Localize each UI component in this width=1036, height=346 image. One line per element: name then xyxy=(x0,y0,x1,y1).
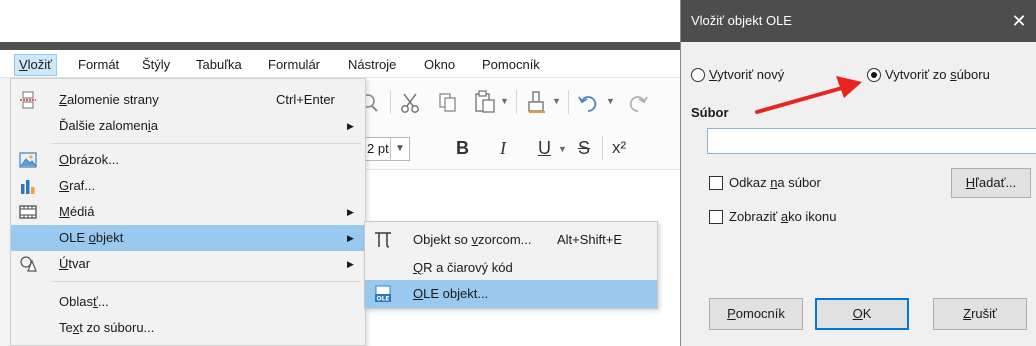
underline-button[interactable]: U xyxy=(538,138,551,159)
menu-item-section[interactable]: Oblasť... xyxy=(11,289,365,315)
standard-toolbar: ▼ ▼ ▼ xyxy=(360,80,680,126)
submenu-item-formula-object[interactable]: Objekt so vzorcom... Alt+Shift+E xyxy=(365,226,657,254)
menu-item-media[interactable]: Médiá ▶ xyxy=(11,199,365,225)
file-section-heading: Súbor xyxy=(691,105,729,120)
media-icon xyxy=(19,205,37,219)
menu-item-label: Graf... xyxy=(59,178,96,193)
menu-item-image[interactable]: Obrázok... xyxy=(11,147,365,173)
help-button[interactable]: Pomocník xyxy=(709,298,803,330)
close-icon[interactable]: ✕ xyxy=(1007,10,1031,32)
cancel-button[interactable]: Zrušiť xyxy=(933,298,1027,330)
link-to-file-label: Odkaz na súbor xyxy=(729,175,821,190)
paste-dropdown-icon[interactable]: ▼ xyxy=(500,96,509,106)
menu-item-label: Text zo súboru... xyxy=(59,320,155,335)
ole-object-submenu: Objekt so vzorcom... Alt+Shift+E QR a či… xyxy=(364,221,658,309)
menu-item-label: OLE objekt xyxy=(59,230,124,245)
window-titlebar xyxy=(0,42,680,50)
italic-button[interactable]: I xyxy=(500,138,506,159)
radio-create-new[interactable] xyxy=(691,68,705,82)
submenu-item-ole-object[interactable]: OLE OLE objekt... xyxy=(365,280,657,308)
toolbar-separator xyxy=(516,90,517,114)
strikethrough-button[interactable]: S xyxy=(578,138,590,159)
menu-help[interactable]: Pomocník xyxy=(478,55,544,75)
menu-form[interactable]: Formulár xyxy=(264,55,324,75)
svg-text:OLE: OLE xyxy=(376,296,389,303)
undo-icon[interactable] xyxy=(578,92,600,114)
menu-insert-rest: ložiť xyxy=(27,57,53,72)
page-break-icon xyxy=(20,91,36,109)
link-to-file-checkbox[interactable] xyxy=(709,176,723,190)
dialog-title: Vložiť objekt OLE xyxy=(691,13,792,28)
menu-separator xyxy=(51,281,361,282)
toolbar-separator xyxy=(602,136,603,160)
insert-ole-object-dialog: Vložiť objekt OLE ✕ Vytvoriť nový Vytvor… xyxy=(680,0,1036,346)
redo-icon[interactable] xyxy=(626,92,648,114)
copy-icon[interactable] xyxy=(438,92,458,114)
underline-dropdown-icon[interactable]: ▼ xyxy=(558,144,567,154)
submenu-item-label: Objekt so vzorcom... xyxy=(413,232,532,247)
ok-button[interactable]: OK xyxy=(815,298,909,330)
superscript-button[interactable]: x² xyxy=(612,138,626,158)
clone-formatting-icon[interactable] xyxy=(526,90,548,114)
radio-selected-dot xyxy=(871,72,877,78)
ole-object-icon: OLE xyxy=(375,285,391,303)
menu-item-ole-object[interactable]: OLE objekt ▶ xyxy=(11,225,365,251)
menu-format[interactable]: Formát xyxy=(74,55,123,75)
submenu-arrow-icon: ▶ xyxy=(347,259,354,269)
paste-icon[interactable] xyxy=(474,90,496,114)
insert-menu: Zalomenie strany Ctrl+Enter Ďalšie zalom… xyxy=(10,78,366,346)
chart-icon xyxy=(21,180,35,194)
submenu-arrow-icon: ▶ xyxy=(347,207,354,217)
radio-create-from-file[interactable] xyxy=(867,68,881,82)
menu-item-other-breaks[interactable]: Ďalšie zalomenia ▶ xyxy=(11,113,365,139)
menu-item-label: Ďalšie zalomenia xyxy=(59,118,158,133)
submenu-arrow-icon: ▶ xyxy=(347,121,354,131)
font-size-dropdown-icon[interactable]: ▼ xyxy=(390,138,409,160)
menu-item-label: Útvar xyxy=(59,256,91,271)
submenu-item-label: QR a čiarový kód xyxy=(413,260,513,275)
menu-table[interactable]: Tabuľka xyxy=(192,55,246,75)
menu-item-label: Zalomenie strany xyxy=(59,92,159,107)
toolbar-separator xyxy=(568,90,569,114)
menu-styles[interactable]: Štýly xyxy=(138,55,174,75)
image-icon xyxy=(19,152,37,168)
cut-icon[interactable] xyxy=(400,92,420,114)
menu-item-chart[interactable]: Graf... xyxy=(11,173,365,199)
submenu-item-shortcut: Alt+Shift+E xyxy=(557,232,623,247)
browse-button[interactable]: Hľadať... xyxy=(951,168,1031,198)
dialog-titlebar: Vložiť objekt OLE ✕ xyxy=(681,0,1036,42)
bold-button[interactable]: B xyxy=(456,138,469,159)
menu-item-label: Obrázok... xyxy=(59,152,119,167)
menu-insert[interactable]: Vložiť xyxy=(14,54,58,76)
menubar: Vložiť Formát Štýly Tabuľka Formulár Nás… xyxy=(0,50,680,78)
radio-create-from-file-label: Vytvoriť zo súboru xyxy=(885,67,990,82)
file-path-input[interactable] xyxy=(707,128,1036,154)
submenu-item-qr-barcode[interactable]: QR a čiarový kód xyxy=(365,254,657,282)
menu-window[interactable]: Okno xyxy=(420,55,459,75)
display-as-icon-label: Zobraziť ako ikonu xyxy=(729,209,837,224)
menu-tools[interactable]: Nástroje xyxy=(344,55,400,75)
menu-item-shape[interactable]: Útvar ▶ xyxy=(11,251,365,277)
menu-item-shortcut: Ctrl+Enter xyxy=(276,92,335,107)
submenu-item-label: OLE objekt... xyxy=(413,286,489,301)
menu-item-text-from-file[interactable]: Text zo súboru... xyxy=(11,315,365,341)
menu-item-page-break[interactable]: Zalomenie strany Ctrl+Enter xyxy=(11,87,365,113)
formula-icon xyxy=(375,232,391,248)
radio-create-new-label: Vytvoriť nový xyxy=(709,67,785,82)
left-edge xyxy=(0,78,10,346)
label-rest: alomenie strany xyxy=(66,92,159,107)
shapes-icon xyxy=(20,256,37,272)
display-as-icon-checkbox[interactable] xyxy=(709,210,723,224)
clone-dropdown-icon[interactable]: ▼ xyxy=(552,96,561,106)
submenu-arrow-icon: ▶ xyxy=(347,233,354,243)
menu-separator xyxy=(51,143,361,144)
menu-item-label: Médiá xyxy=(59,204,95,219)
menu-item-label: Oblasť... xyxy=(59,294,109,309)
toolbar-separator xyxy=(390,90,391,114)
undo-dropdown-icon[interactable]: ▼ xyxy=(606,96,615,106)
